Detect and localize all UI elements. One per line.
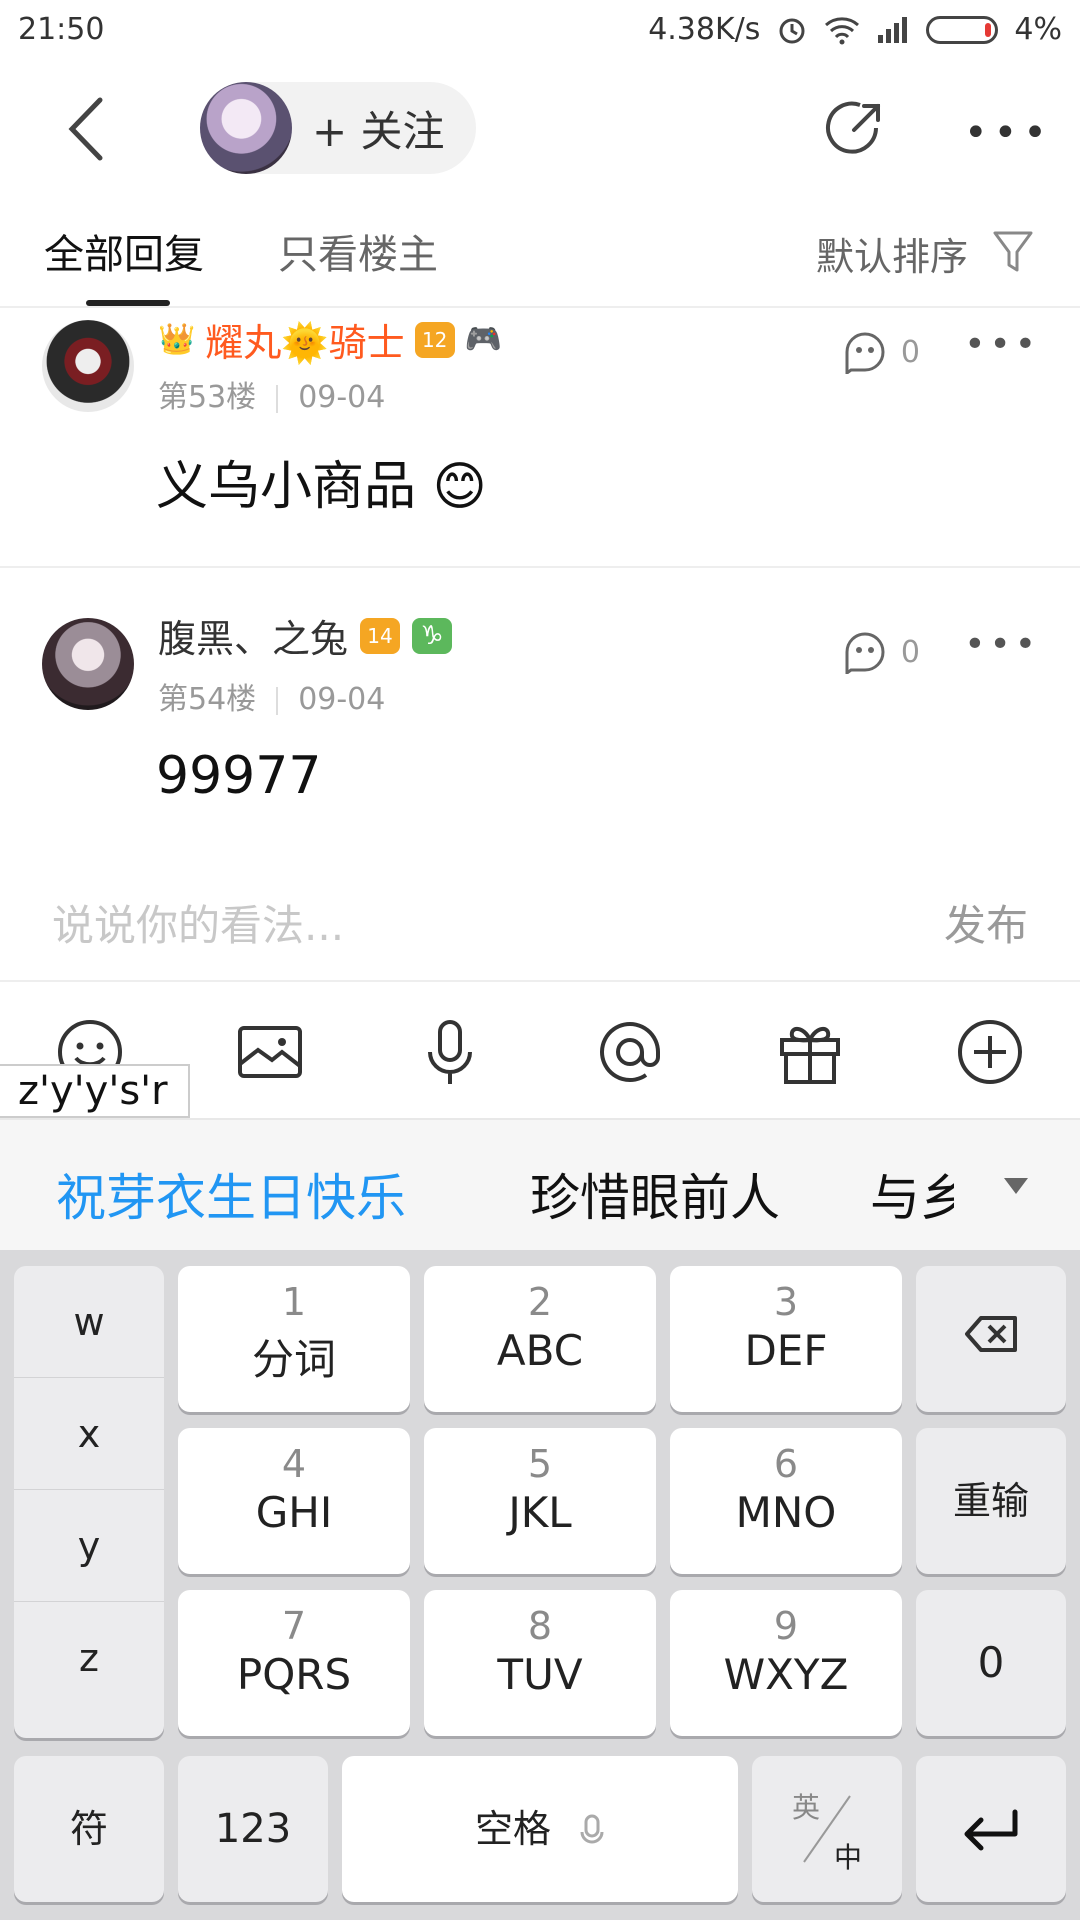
game-badge-icon: 🎮 bbox=[464, 322, 503, 357]
candidate-1[interactable]: 祝芽衣生日快乐 bbox=[56, 1158, 406, 1230]
backspace-icon bbox=[965, 1316, 1017, 1352]
comment-bar: 说说你的看法... 发布 bbox=[0, 862, 1080, 982]
key-7[interactable]: 7 PQRS bbox=[178, 1590, 410, 1736]
tab-all-replies[interactable]: 全部回复 bbox=[44, 222, 204, 280]
wifi-icon bbox=[825, 16, 860, 44]
letter-y[interactable]: y bbox=[14, 1490, 164, 1602]
microphone-icon[interactable] bbox=[414, 1016, 486, 1088]
reinput-key[interactable]: 重输 bbox=[916, 1428, 1066, 1574]
expand-candidates-icon[interactable] bbox=[1002, 1176, 1030, 1196]
reply-tabs: 全部回复 只看楼主 默认排序 bbox=[0, 192, 1080, 308]
post-meta: 第54楼 09-04 bbox=[158, 674, 385, 718]
plus-icon[interactable] bbox=[954, 1016, 1026, 1088]
key-9[interactable]: 9 WXYZ bbox=[670, 1590, 902, 1736]
reply-post: 👑 耀丸🌞骑士 12 🎮 第53楼 09-04 0 ••• 义乌小商品 😊 bbox=[0, 308, 1080, 568]
post-meta: 第53楼 09-04 bbox=[158, 372, 385, 416]
follow-button[interactable]: + 关注 bbox=[312, 98, 445, 159]
status-time: 21:50 bbox=[18, 12, 105, 47]
back-icon[interactable] bbox=[62, 94, 112, 164]
backspace-key[interactable] bbox=[916, 1266, 1066, 1412]
ime-candidate-bar: 祝芽衣生日快乐 珍惜眼前人 与乡 bbox=[0, 1118, 1080, 1250]
mic-small-icon bbox=[580, 1814, 604, 1843]
tab-op-only[interactable]: 只看楼主 bbox=[278, 222, 438, 280]
at-icon[interactable] bbox=[594, 1016, 666, 1088]
net-speed: 4.38K/s bbox=[648, 12, 761, 47]
enter-key[interactable] bbox=[916, 1756, 1066, 1902]
candidate-3[interactable]: 与乡 bbox=[870, 1158, 954, 1230]
letter-x[interactable]: x bbox=[14, 1378, 164, 1490]
level-badge: 14 bbox=[360, 617, 401, 654]
t9-keyboard: w x y z 1 分词 2 ABC 3 DEF 4 GHI 5 JKL 6 MNO 重输 … bbox=[0, 1250, 1080, 1920]
post-more-icon[interactable]: ••• bbox=[964, 624, 1040, 665]
number-mode-key[interactable]: 123 bbox=[178, 1756, 328, 1902]
like-icon bbox=[845, 332, 885, 374]
user-avatar[interactable] bbox=[42, 320, 134, 412]
floor-number: 第54楼 bbox=[158, 682, 257, 717]
divider bbox=[0, 566, 1080, 568]
key-8[interactable]: 8 TUV bbox=[424, 1590, 656, 1736]
enter-icon bbox=[964, 1809, 1018, 1851]
candidate-2[interactable]: 珍惜眼前人 bbox=[530, 1158, 780, 1230]
letter-w[interactable]: w bbox=[14, 1266, 164, 1378]
zodiac-badge: ♑ bbox=[412, 617, 453, 654]
key-4[interactable]: 4 GHI bbox=[178, 1428, 410, 1574]
author-avatar[interactable] bbox=[200, 82, 292, 174]
alarm-icon bbox=[779, 18, 805, 43]
like-icon bbox=[845, 632, 885, 674]
letter-z[interactable]: z bbox=[14, 1602, 164, 1714]
publish-button[interactable]: 发布 bbox=[944, 892, 1028, 953]
top-nav: + 关注 ••• bbox=[0, 62, 1080, 192]
crown-icon: 👑 bbox=[158, 322, 196, 357]
space-label: 空格 bbox=[474, 1807, 551, 1851]
gift-icon[interactable] bbox=[774, 1016, 846, 1088]
reply-post: 腹黑、之兔 14 ♑ 第54楼 09-04 0 ••• 99977 bbox=[0, 606, 1080, 856]
key-1[interactable]: 1 分词 bbox=[178, 1266, 410, 1412]
more-menu-icon[interactable]: ••• bbox=[964, 110, 1053, 156]
floor-number: 第53楼 bbox=[158, 380, 257, 415]
filter-icon[interactable] bbox=[992, 230, 1034, 274]
image-icon[interactable] bbox=[234, 1016, 306, 1088]
user-avatar[interactable] bbox=[42, 618, 134, 710]
space-key[interactable]: 空格 bbox=[342, 1756, 738, 1902]
like-count: 0 bbox=[900, 634, 920, 670]
post-content: 99977 bbox=[156, 746, 322, 806]
like-count: 0 bbox=[900, 334, 920, 370]
status-right: 4.38K/s 4% bbox=[648, 12, 1062, 47]
language-switch-key[interactable]: 英 中 bbox=[752, 1756, 902, 1902]
signal-icon bbox=[878, 16, 908, 43]
level-badge: 12 bbox=[414, 321, 455, 358]
lang-zh-label: 中 bbox=[834, 1841, 863, 1874]
username[interactable]: 腹黑、之兔 bbox=[158, 608, 348, 663]
key-6[interactable]: 6 MNO bbox=[670, 1428, 902, 1574]
username[interactable]: 耀丸🌞骑士 bbox=[205, 312, 404, 367]
comment-input[interactable]: 说说你的看法... bbox=[52, 892, 344, 953]
symbol-key[interactable]: 符 bbox=[14, 1756, 164, 1902]
share-icon[interactable] bbox=[824, 98, 886, 160]
post-more-icon[interactable]: ••• bbox=[964, 324, 1040, 365]
status-bar: 21:50 4.38K/s 4% bbox=[0, 0, 1080, 62]
pinyin-letter-column[interactable]: w x y z bbox=[14, 1266, 164, 1738]
battery-percent: 4% bbox=[1014, 12, 1062, 47]
key-5[interactable]: 5 JKL bbox=[424, 1428, 656, 1574]
post-date: 09-04 bbox=[298, 682, 386, 717]
post-date: 09-04 bbox=[298, 380, 386, 415]
like-button[interactable]: 0 bbox=[841, 330, 920, 374]
key-2[interactable]: 2 ABC bbox=[424, 1266, 656, 1412]
active-tab-indicator bbox=[86, 300, 170, 306]
ime-composing-text: z'y'y's'r bbox=[0, 1064, 190, 1118]
key-0[interactable]: 0 bbox=[916, 1590, 1066, 1736]
post-content: 义乌小商品 😊 bbox=[156, 457, 487, 517]
battery-icon bbox=[926, 15, 999, 44]
like-button[interactable]: 0 bbox=[841, 630, 920, 674]
key-3[interactable]: 3 DEF bbox=[670, 1266, 902, 1412]
sort-button[interactable]: 默认排序 bbox=[816, 226, 968, 281]
author-follow-pill[interactable]: + 关注 bbox=[200, 82, 476, 174]
